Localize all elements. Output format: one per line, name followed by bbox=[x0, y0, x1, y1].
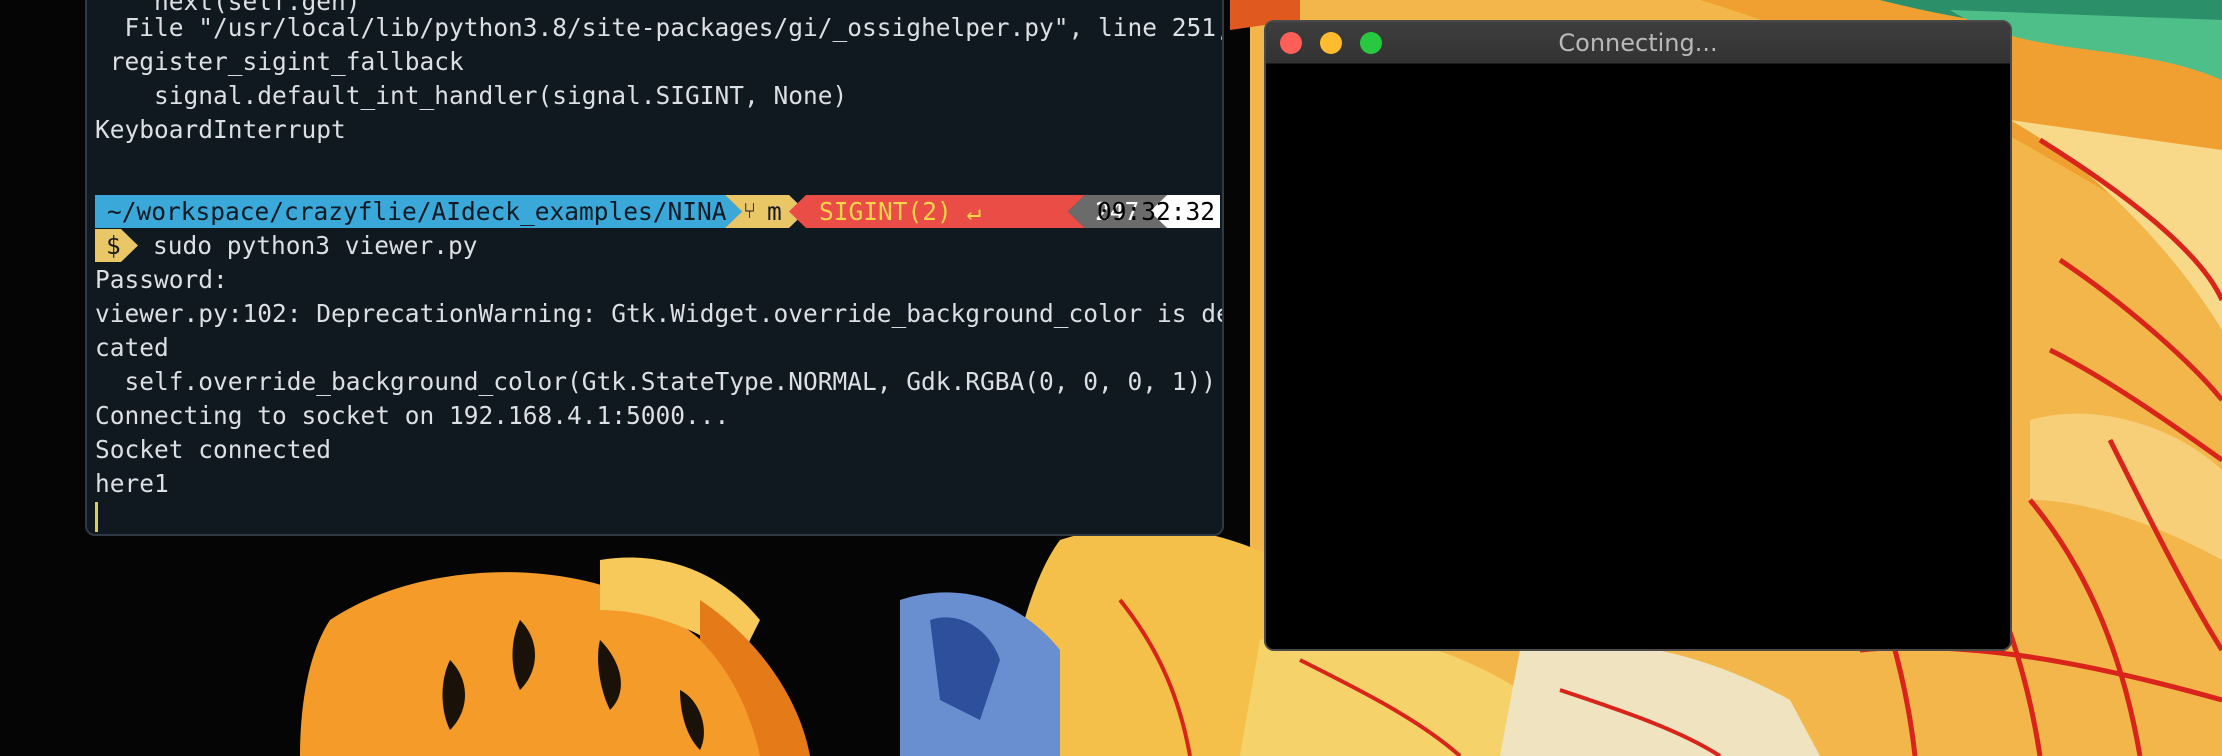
terminal-line: self.override_background_color(Gtk.State… bbox=[95, 367, 1217, 396]
terminal-line: cated bbox=[95, 333, 169, 362]
terminal-line: File "/usr/local/lib/python3.8/site-pack… bbox=[95, 13, 1224, 42]
prompt-path: ~/workspace/crazyflie/AIdeck_examples/NI… bbox=[107, 197, 727, 226]
terminal-window[interactable]: next(self.gen) File "/usr/local/lib/pyth… bbox=[85, 0, 1224, 536]
branch-icon: ⑂ bbox=[743, 199, 757, 224]
viewer-window[interactable]: Connecting... bbox=[1264, 20, 2012, 651]
prompt-branch: m bbox=[767, 197, 782, 226]
zoom-button[interactable] bbox=[1360, 32, 1382, 54]
command-line: sudo python3 viewer.py bbox=[153, 231, 478, 260]
close-button[interactable] bbox=[1280, 32, 1302, 54]
viewer-titlebar[interactable]: Connecting... bbox=[1266, 22, 2010, 64]
prompt-symbol: $ bbox=[106, 231, 121, 260]
terminal-line: register_sigint_fallback bbox=[95, 47, 464, 76]
terminal-line: Socket connected bbox=[95, 435, 332, 464]
text-cursor bbox=[95, 502, 98, 532]
prompt-time: 09:32:32 bbox=[1097, 197, 1216, 226]
viewer-video-area bbox=[1266, 65, 2010, 649]
terminal-line: Connecting to socket on 192.168.4.1:5000… bbox=[95, 401, 730, 430]
terminal-line: here1 bbox=[95, 469, 169, 498]
prompt-status: SIGINT(2) ↵ bbox=[819, 197, 982, 226]
terminal-line: KeyboardInterrupt bbox=[95, 115, 346, 144]
minimize-button[interactable] bbox=[1320, 32, 1342, 54]
terminal-line: viewer.py:102: DeprecationWarning: Gtk.W… bbox=[95, 299, 1224, 328]
terminal-line: signal.default_int_handler(signal.SIGINT… bbox=[95, 81, 848, 110]
terminal-line: Password: bbox=[95, 265, 228, 294]
